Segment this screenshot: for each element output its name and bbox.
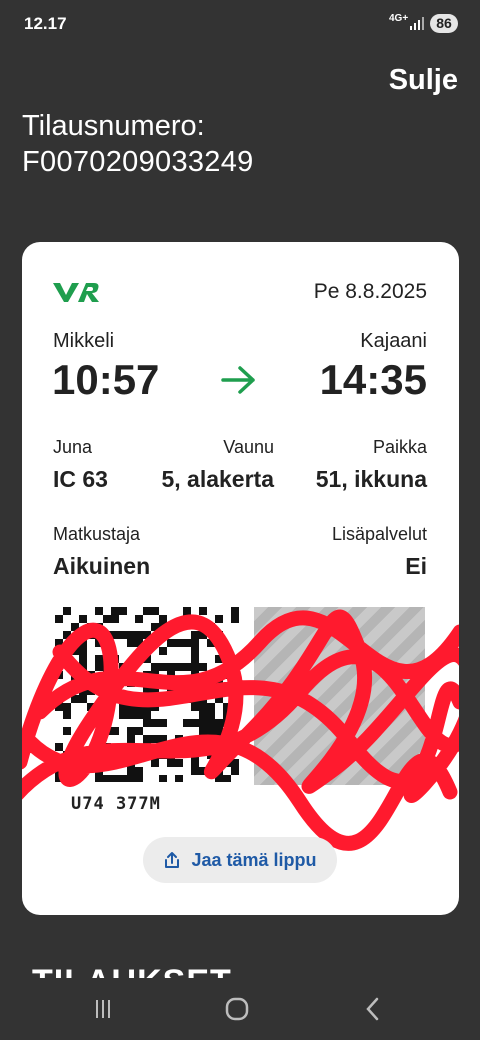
train-label: Juna [53,437,93,457]
redaction-scribble [22,609,459,851]
share-ticket-button[interactable]: Jaa tämä lippu [143,837,337,883]
seat-value: 51, ikkuna [315,466,427,492]
battery-icon: 86 [430,14,458,33]
extras-label: Lisäpalvelut [331,524,427,544]
car-label: Vaunu [223,437,274,457]
arrow-right-icon [221,366,255,394]
order-number: F0070209033249 [22,146,254,178]
share-icon [165,852,180,868]
status-bar: 12.17 4G+ 86 [0,0,480,50]
arrival-station: Kajaani [360,330,427,352]
order-label: Tilausnumero: [22,110,205,142]
share-label: Jaa tämä lippu [191,849,317,870]
recent-apps-icon[interactable] [88,994,118,1024]
train-value: IC 63 [53,466,108,492]
arrival-time: 14:35 [319,356,427,403]
clock: 12.17 [24,14,67,33]
home-icon[interactable] [222,994,252,1024]
travel-date: Pe 8.8.2025 [313,280,427,303]
ticket-card: Pe 8.8.2025 Mikkeli Kajaani 10:57 14:35 … [22,242,459,915]
car-value: 5, alakerta [161,466,274,492]
departure-time: 10:57 [52,356,160,403]
close-button[interactable]: Sulje [389,64,458,97]
signal-icon [410,17,424,30]
vr-logo [53,283,99,302]
passenger-label: Matkustaja [53,524,141,544]
seat-label: Paikka [372,437,427,457]
back-icon[interactable] [358,994,388,1024]
navigation-bar [0,978,480,1040]
network-indicator: 4G+ [389,13,409,24]
departure-station: Mikkeli [53,330,115,352]
